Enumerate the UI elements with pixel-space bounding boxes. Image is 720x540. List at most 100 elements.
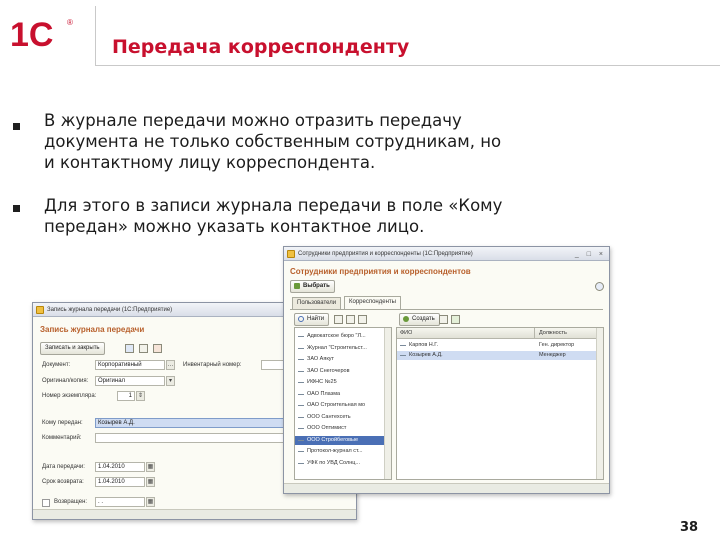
correspondent-name: ЗАО Снегочеров xyxy=(307,367,350,374)
correspondent-name: ООО Стройбеговые xyxy=(307,436,359,443)
returned-date-field[interactable]: . . xyxy=(95,497,145,507)
correspondent-name: ЗАО Аякут xyxy=(307,356,335,362)
document-field[interactable]: Корпоративный xyxy=(95,360,165,370)
find-button-label: Найти xyxy=(307,316,325,322)
correspondent-item[interactable]: ООО Сантехсеть xyxy=(295,413,391,422)
correspondent-item[interactable]: ЗАО Аякут xyxy=(295,355,391,364)
copy-icon[interactable] xyxy=(139,344,148,353)
create-button-label: Создать xyxy=(412,316,435,322)
tree-dash-icon xyxy=(298,359,304,360)
original-label: Оригинал/копия: xyxy=(42,378,89,384)
tree-dash-icon xyxy=(298,405,304,406)
journal-statusbar xyxy=(33,509,356,519)
picker-window-title: Сотрудники предприятия и корреспонденты … xyxy=(298,251,473,257)
tree-dash-icon xyxy=(298,462,304,464)
save-icon[interactable] xyxy=(125,344,134,353)
window-controls[interactable]: _ □ × xyxy=(575,248,606,260)
returned-label: Возвращен: xyxy=(54,499,88,505)
picker-titlebar[interactable]: Сотрудники предприятия и корреспонденты … xyxy=(284,247,609,261)
more-icon[interactable] xyxy=(358,315,367,324)
edit-icon[interactable] xyxy=(451,315,460,324)
find-button[interactable]: Найти xyxy=(294,313,330,326)
contact-position: Ген. директор xyxy=(539,342,575,348)
contact-row[interactable]: Карпов Н.Г. Ген. директор xyxy=(397,341,603,350)
tab-panel-border xyxy=(290,309,603,310)
correspondent-item[interactable]: ИФНС №25 xyxy=(295,378,391,387)
comment-label: Комментарий: xyxy=(42,435,82,441)
bullet-marker xyxy=(13,205,20,212)
correspondent-item[interactable]: УФК по УВД Солнц... xyxy=(295,459,391,468)
correspondent-item[interactable]: ЗАО Снегочеров xyxy=(295,367,391,376)
contacts-table[interactable]: ФИО Должность Карпов Н.Г. Ген. директор Ко… xyxy=(396,327,604,480)
tree-dash-icon xyxy=(298,451,304,452)
bullet-text-1: В журнале передачи можно отразить переда… xyxy=(44,111,502,172)
scrollbar[interactable] xyxy=(596,328,603,479)
header-divider-vertical xyxy=(95,6,96,66)
return-date-label: Срок возврата: xyxy=(42,479,84,485)
copy-icon[interactable] xyxy=(439,315,448,324)
help-icon[interactable] xyxy=(595,282,604,291)
select-button[interactable]: Выбрать xyxy=(290,280,335,293)
correspondent-name: ООО Оптимист xyxy=(307,425,347,431)
correspondent-item[interactable]: Протокол-журнал ст... xyxy=(295,447,391,456)
document-select-button[interactable]: … xyxy=(166,360,175,370)
copy-number-label: Номер экземпляра: xyxy=(42,393,97,399)
correspondent-item[interactable]: ОАО Плазма xyxy=(295,390,391,399)
document-label: Документ: xyxy=(42,362,71,368)
select-icon xyxy=(294,283,300,289)
find-icon xyxy=(298,316,304,322)
refresh-icon[interactable] xyxy=(334,315,343,324)
contact-row[interactable]: Козырев А.Д. Менеджер xyxy=(397,351,603,360)
correspondent-name: Адвокатское бюро "Л... xyxy=(307,333,366,339)
picker-form-title: Сотрудники предприятия и корреспондентов xyxy=(290,267,471,276)
journal-form-title: Запись журнала передачи xyxy=(40,325,145,334)
scrollbar[interactable] xyxy=(384,328,391,479)
column-divider xyxy=(534,328,535,339)
contact-icon xyxy=(400,345,406,346)
correspondent-item[interactable]: Адвокатское бюро "Л... xyxy=(295,332,391,341)
original-dropdown-button[interactable]: ▾ xyxy=(166,376,175,386)
picker-statusbar xyxy=(284,483,609,493)
column-header-position[interactable]: Должность xyxy=(539,328,567,339)
contacts-header: ФИО Должность xyxy=(397,328,603,339)
original-field[interactable]: Оригинал xyxy=(95,376,165,386)
calendar-icon[interactable]: ▦ xyxy=(146,462,155,472)
contact-name: Козырев А.Д. xyxy=(409,352,443,358)
save-and-close-button[interactable]: Записать и закрыть xyxy=(40,342,105,355)
correspondent-item[interactable]: ОАО Строительная мо xyxy=(295,401,391,410)
tree-dash-icon xyxy=(298,439,304,441)
calendar-icon[interactable]: ▦ xyxy=(146,477,155,487)
contact-icon xyxy=(400,355,406,356)
close-icon[interactable] xyxy=(153,344,162,353)
column-header-name[interactable]: ФИО xyxy=(400,328,412,339)
correspondent-name: Протокол-журнал ст... xyxy=(307,448,363,454)
transfer-date-field[interactable]: 1.04.2010 xyxy=(95,462,145,472)
tab-users[interactable]: Пользователи xyxy=(292,297,342,309)
correspondent-item[interactable]: Журнал "Строительст... xyxy=(295,344,391,353)
copy-number-field[interactable]: 1 xyxy=(117,391,135,401)
tree-dash-icon xyxy=(298,382,304,383)
tree-dash-icon xyxy=(298,370,304,372)
select-button-label: Выбрать xyxy=(303,283,330,289)
slide-title: Передача корреспонденту xyxy=(112,36,410,58)
returned-checkbox[interactable] xyxy=(42,499,50,507)
correspondent-item[interactable]: ООО Оптимист xyxy=(295,424,391,433)
copy-number-stepper[interactable]: ⇕ xyxy=(136,391,145,401)
logo-text: 1С xyxy=(10,16,53,54)
correspondents-list[interactable]: Адвокатское бюро "Л... Журнал "Строительс… xyxy=(294,327,392,480)
1c-logo: 1С ® xyxy=(10,16,73,54)
calendar-icon[interactable]: ▦ xyxy=(146,497,155,507)
create-button[interactable]: Создать xyxy=(399,313,440,326)
filter-icon[interactable] xyxy=(346,315,355,324)
page-number: 38 xyxy=(680,520,699,535)
header-divider-horizontal xyxy=(95,65,720,66)
inventory-label: Инвентарный номер: xyxy=(183,362,242,368)
tree-dash-icon xyxy=(298,416,304,418)
correspondent-item[interactable]: ООО Стройбеговые xyxy=(295,435,391,445)
correspondent-name: ИФНС №25 xyxy=(307,379,337,385)
tree-dash-icon xyxy=(298,393,304,395)
recipient-label: Кому передан: xyxy=(42,420,83,426)
tab-correspondents[interactable]: Корреспонденты xyxy=(344,296,401,309)
create-icon xyxy=(403,316,409,322)
return-date-field[interactable]: 1.04.2010 xyxy=(95,477,145,487)
